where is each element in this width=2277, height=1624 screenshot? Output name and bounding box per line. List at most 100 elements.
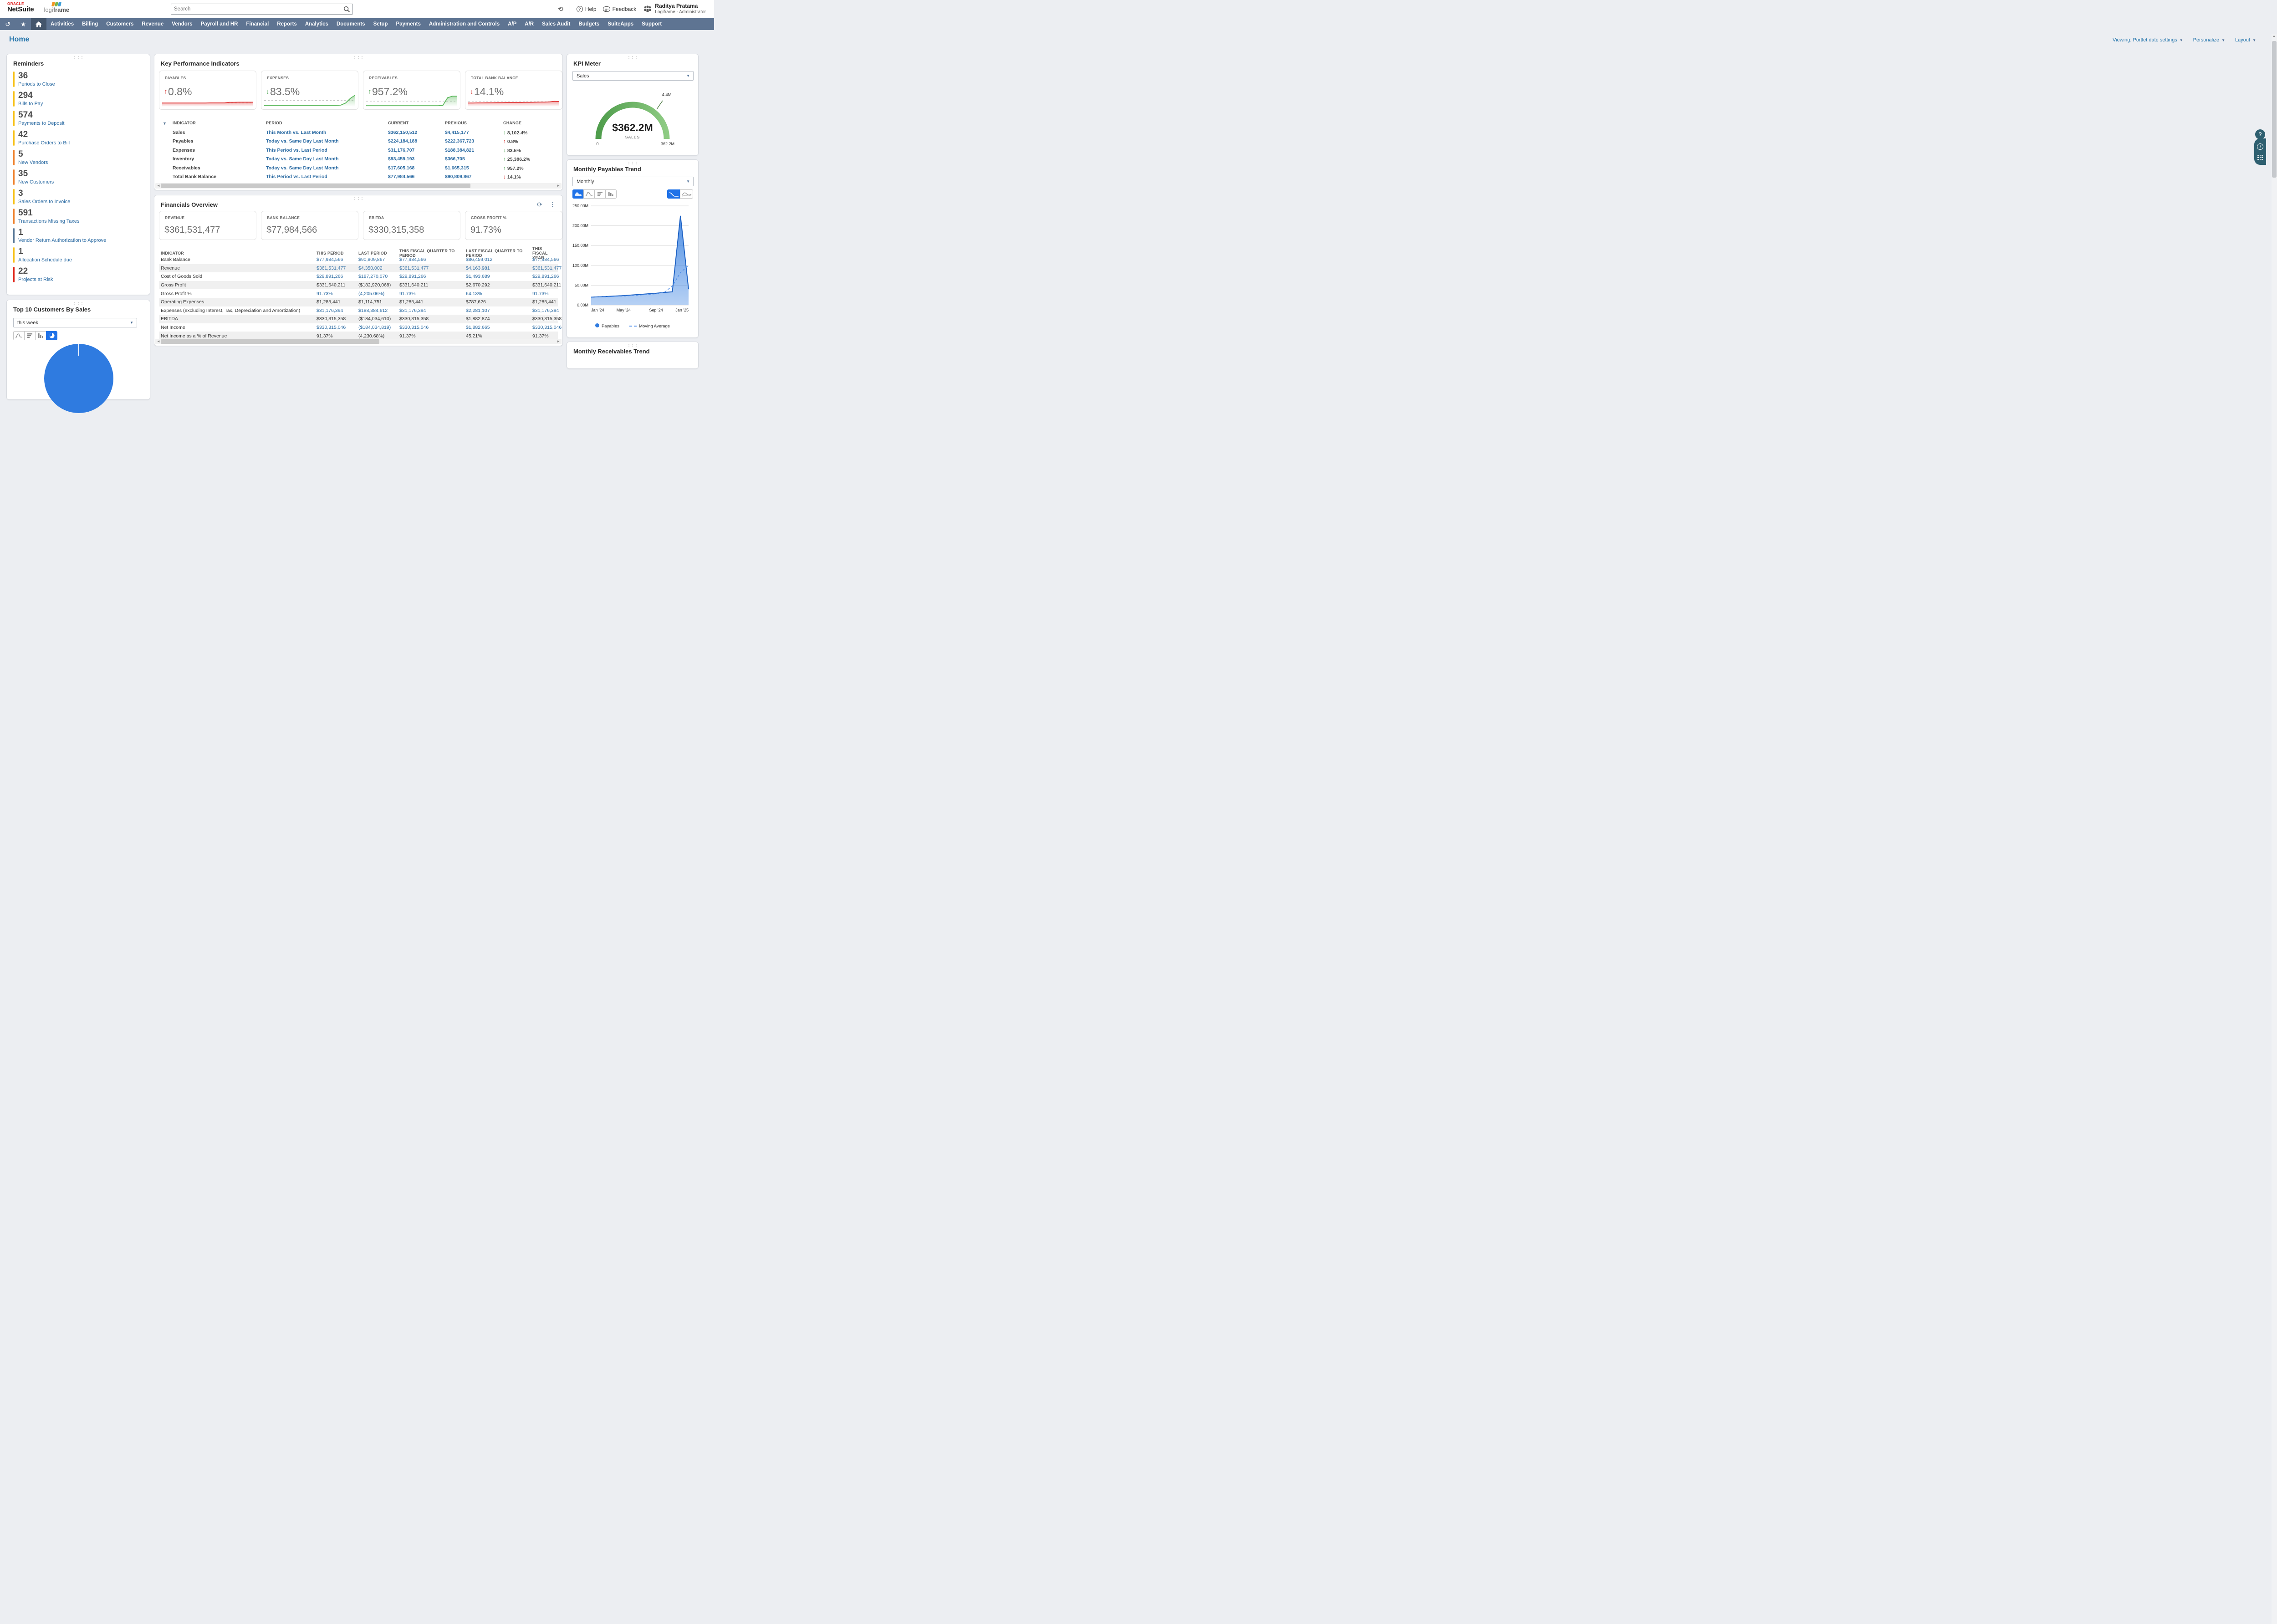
column-header[interactable]: PREVIOUS	[445, 121, 503, 125]
refresh-icon[interactable]: ⟳	[537, 201, 542, 209]
kpi-meter-select[interactable]: Sales ▼	[572, 71, 694, 81]
financial-value-link[interactable]: $1,493,689	[466, 274, 532, 279]
financial-value-link[interactable]: $77,984,566	[399, 257, 466, 262]
column-header[interactable]: THIS FISCAL QUARTER TO PERIOD	[399, 249, 466, 258]
reminder-link[interactable]: Transactions Missing Taxes	[18, 219, 80, 224]
nav-item-suiteapps[interactable]: SuiteApps	[603, 18, 638, 30]
kpi-period-link[interactable]: Today vs. Same Day Last Month	[266, 138, 388, 144]
drag-handle[interactable]	[73, 56, 83, 59]
financial-value-link[interactable]: 91.73%	[399, 291, 466, 296]
kpi-previous-link[interactable]: $90,809,867	[445, 174, 503, 179]
drag-handle[interactable]	[353, 56, 363, 59]
kpi-previous-link[interactable]: $1,665,315	[445, 165, 503, 171]
chart-type-area-button[interactable]	[572, 189, 584, 199]
floating-help-button[interactable]: ?	[2255, 129, 2265, 140]
column-header[interactable]: THIS PERIOD	[317, 251, 358, 255]
financial-value-link[interactable]: $77,984,566	[532, 257, 559, 262]
financials-horizontal-scrollbar[interactable]: ◄ ►	[155, 339, 562, 344]
reminder-link[interactable]: Projects at Risk	[18, 277, 53, 282]
financial-value-link[interactable]: $77,984,566	[317, 257, 358, 262]
personalize-dropdown[interactable]: Personalize ▼	[2193, 37, 2225, 43]
column-header[interactable]: CURRENT	[388, 121, 445, 125]
nav-item-a-r[interactable]: A/R	[521, 18, 538, 30]
financial-value-link[interactable]: $330,315,046	[317, 325, 358, 330]
oracle-netsuite-logo[interactable]: ORACLE NetSuite	[7, 2, 34, 13]
financial-value-link[interactable]: (4,205.06%)	[358, 291, 399, 296]
chart-type-column-button[interactable]	[605, 189, 617, 199]
kpi-current-link[interactable]: $77,984,566	[388, 174, 445, 179]
reminder-link[interactable]: Purchase Orders to Bill	[18, 140, 70, 146]
financial-value-link[interactable]: $4,163,981	[466, 266, 532, 271]
drag-handle[interactable]	[628, 162, 638, 164]
kpi-horizontal-scrollbar[interactable]: ◄ ►	[155, 183, 562, 189]
financial-value-link[interactable]: $90,809,867	[358, 257, 399, 262]
financial-value-link[interactable]: $31,176,394	[532, 308, 559, 313]
reminder-link[interactable]: New Vendors	[18, 160, 48, 165]
financial-value-link[interactable]: $361,531,477	[317, 266, 358, 271]
help-button[interactable]: ? Help	[576, 6, 597, 12]
nav-item-customers[interactable]: Customers	[102, 18, 138, 30]
top10-pie-chart[interactable]	[44, 344, 113, 413]
reminder-link[interactable]: Periods to Close	[18, 82, 55, 87]
feedback-panel-tab[interactable]: i	[2254, 138, 2266, 165]
reminder-link[interactable]: Vendor Return Authorization to Approve	[18, 238, 106, 243]
nav-item-payments[interactable]: Payments	[392, 18, 425, 30]
financial-value-link[interactable]: $188,384,612	[358, 308, 399, 313]
reminder-link[interactable]: Allocation Schedule due	[18, 257, 72, 263]
kpi-previous-link[interactable]: $188,384,821	[445, 148, 503, 153]
drag-handle[interactable]	[353, 197, 363, 200]
search-input[interactable]	[174, 4, 342, 14]
financial-value-link[interactable]: $31,176,394	[317, 308, 358, 313]
column-header[interactable]: LAST FISCAL QUARTER TO PERIOD	[466, 249, 532, 258]
drag-handle[interactable]	[73, 302, 83, 305]
kpi-period-link[interactable]: This Month vs. Last Month	[266, 130, 388, 135]
nav-item-setup[interactable]: Setup	[369, 18, 392, 30]
financial-value-link[interactable]: $187,270,070	[358, 274, 399, 279]
reminder-item[interactable]: 36 Periods to Close	[13, 71, 150, 87]
financial-value-link[interactable]: $2,281,107	[466, 308, 532, 313]
financial-value-link[interactable]: $29,891,266	[532, 274, 559, 279]
financial-value-link[interactable]: $1,882,665	[466, 325, 532, 330]
nav-item-financial[interactable]: Financial	[242, 18, 273, 30]
reminder-link[interactable]: New Customers	[18, 179, 54, 185]
nav-item-sales-audit[interactable]: Sales Audit	[538, 18, 574, 30]
chart-type-hbar-button[interactable]	[594, 189, 606, 199]
reminder-link[interactable]: Payments to Deposit	[18, 121, 65, 126]
kpi-current-link[interactable]: $17,605,168	[388, 165, 445, 171]
reminder-item[interactable]: 1 Allocation Schedule due	[13, 247, 150, 263]
chart-type-hbar-button[interactable]	[24, 331, 36, 340]
nav-item-analytics[interactable]: Analytics	[301, 18, 332, 30]
trend-zoom-overview-button[interactable]	[680, 189, 693, 199]
financial-value-link[interactable]: 64.13%	[466, 291, 532, 296]
reminder-item[interactable]: 42 Purchase Orders to Bill	[13, 130, 150, 146]
kpi-previous-link[interactable]: $222,367,723	[445, 138, 503, 144]
chart-type-pie-button[interactable]	[46, 331, 57, 340]
reminder-item[interactable]: 5 New Vendors	[13, 149, 150, 165]
nav-item-administration-and-controls[interactable]: Administration and Controls	[425, 18, 504, 30]
reminder-link[interactable]: Bills to Pay	[18, 101, 43, 107]
kpi-period-link[interactable]: Today vs. Same Day Last Month	[266, 165, 388, 171]
kpi-period-link[interactable]: This Period vs. Last Period	[266, 148, 388, 153]
top10-range-select[interactable]: this week ▼	[13, 318, 137, 327]
nav-item-reports[interactable]: Reports	[273, 18, 301, 30]
reminder-item[interactable]: 1 Vendor Return Authorization to Approve	[13, 228, 150, 244]
kpi-current-link[interactable]: $224,184,188	[388, 138, 445, 144]
financial-value-link[interactable]: $330,315,046	[532, 325, 562, 330]
recent-history-icon[interactable]: ↺	[0, 18, 15, 30]
roles-menu[interactable]: Raditya Pratama Logiframe - Administrato…	[643, 3, 706, 15]
search-icon[interactable]	[343, 6, 350, 13]
kpi-period-link[interactable]: This Period vs. Last Period	[266, 174, 388, 179]
kpi-current-link[interactable]: $31,176,707	[388, 148, 445, 153]
financial-value-link[interactable]: $29,891,266	[399, 274, 466, 279]
financial-value-link[interactable]: 91.73%	[317, 291, 358, 296]
nav-item-billing[interactable]: Billing	[78, 18, 102, 30]
kpi-current-link[interactable]: $362,150,512	[388, 130, 445, 135]
column-header[interactable]: LAST PERIOD	[358, 251, 399, 255]
column-header[interactable]: INDICATOR	[173, 121, 266, 125]
financial-value-link[interactable]: $361,531,477	[399, 266, 466, 271]
financial-value-link[interactable]: $31,176,394	[399, 308, 466, 313]
financial-value-link[interactable]: ($184,034,819)	[358, 325, 399, 330]
drag-handle[interactable]	[628, 344, 638, 347]
recent-records-icon[interactable]: ⟲	[557, 5, 563, 13]
reminder-item[interactable]: 591 Transactions Missing Taxes	[13, 208, 150, 224]
